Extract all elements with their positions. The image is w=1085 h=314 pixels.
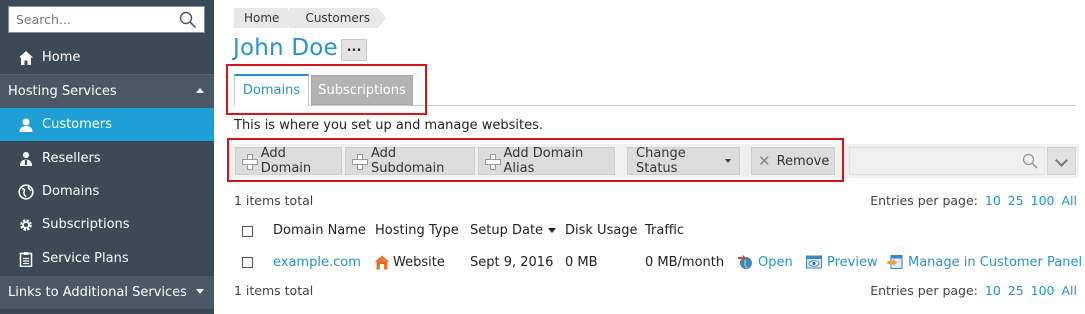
hosting-type-label: Website — [393, 255, 445, 270]
website-home-icon — [374, 255, 390, 270]
open-globe-icon — [738, 255, 752, 269]
more-actions-button[interactable]: ... — [341, 39, 367, 61]
highlight-box-tabs — [226, 64, 427, 115]
sidebar-item-service-plans[interactable]: Service Plans — [0, 242, 214, 275]
search-icon[interactable] — [179, 11, 197, 29]
sort-desc-icon — [548, 228, 557, 233]
per-page-all[interactable]: All — [1062, 193, 1078, 208]
items-total-bottom: 1 items total — [234, 283, 314, 298]
column-header-setup-date[interactable]: Setup Date — [470, 223, 557, 238]
sidebar-item-label: Resellers — [42, 151, 101, 166]
sidebar: Home Hosting Services Customers Reseller… — [0, 0, 214, 314]
per-page-label: Entries per page: — [870, 193, 978, 208]
sidebar-item-domains[interactable]: Domains — [0, 175, 214, 208]
chevron-up-icon — [196, 88, 204, 93]
per-page-10[interactable]: 10 — [985, 193, 1001, 208]
panel-login-icon — [887, 255, 903, 269]
search-input[interactable] — [9, 7, 169, 32]
entries-per-page-top: Entries per page: 10 25 100 All — [870, 193, 1077, 208]
per-page-label: Entries per page: — [870, 283, 978, 298]
breadcrumb: Home Customers — [234, 8, 386, 28]
search-options-dropdown[interactable] — [1047, 147, 1076, 175]
per-page-25[interactable]: 25 — [1008, 193, 1024, 208]
column-header-traffic[interactable]: Traffic — [645, 223, 684, 238]
hosting-type-cell: Website — [374, 255, 445, 270]
sidebar-section-hosting-services[interactable]: Hosting Services — [0, 75, 214, 108]
column-header-disk-usage[interactable]: Disk Usage — [565, 223, 638, 238]
breadcrumb-customers[interactable]: Customers — [289, 8, 386, 28]
chevron-down-icon — [1055, 154, 1068, 167]
setup-date-cell: Sept 9, 2016 — [470, 255, 554, 270]
preview-link[interactable]: Preview — [806, 254, 878, 270]
sidebar-item-subscriptions[interactable]: Subscriptions — [0, 208, 214, 241]
per-page-25[interactable]: 25 — [1008, 283, 1024, 298]
row-checkbox[interactable] — [242, 257, 253, 268]
disk-usage-cell: 0 MB — [565, 255, 598, 270]
search-icon[interactable] — [1022, 153, 1038, 169]
sidebar-item-label: Home — [42, 50, 81, 65]
open-label: Open — [758, 254, 793, 270]
chevron-down-icon — [196, 289, 204, 294]
sidebar-section-label: Hosting Services — [8, 84, 117, 99]
sidebar-item-home[interactable]: Home — [0, 41, 214, 74]
page-description: This is where you set up and manage webs… — [234, 118, 543, 133]
sidebar-item-label: Subscriptions — [42, 217, 130, 232]
list-search-input[interactable] — [849, 147, 1045, 175]
open-link[interactable]: Open — [737, 254, 793, 270]
gear-icon — [20, 218, 32, 231]
column-header-domain-name[interactable]: Domain Name — [273, 223, 366, 238]
sidebar-item-label: Customers — [42, 117, 112, 132]
sidebar-item-label: Domains — [42, 184, 100, 199]
globe-icon — [18, 183, 34, 200]
per-page-10[interactable]: 10 — [985, 283, 1001, 298]
preview-eye-icon — [806, 255, 822, 269]
manage-in-customer-panel-link[interactable]: Manage in Customer Panel — [887, 254, 1082, 270]
domain-name-link[interactable]: example.com — [273, 255, 361, 270]
column-header-hosting-type[interactable]: Hosting Type — [375, 223, 459, 238]
home-icon — [19, 50, 33, 65]
per-page-all[interactable]: All — [1062, 283, 1078, 298]
sidebar-search[interactable] — [8, 6, 205, 33]
clipboard-icon — [19, 251, 33, 267]
sidebar-item-customers[interactable]: Customers — [0, 108, 214, 141]
user-icon — [19, 118, 33, 132]
manage-label: Manage in Customer Panel — [908, 254, 1083, 270]
per-page-100[interactable]: 100 — [1031, 193, 1055, 208]
per-page-100[interactable]: 100 — [1031, 283, 1055, 298]
setup-date-label: Setup Date — [470, 223, 544, 238]
sidebar-section-label: Links to Additional Services — [8, 285, 187, 300]
select-all-checkbox[interactable] — [242, 226, 253, 237]
items-total-top: 1 items total — [234, 193, 314, 208]
entries-per-page-bottom: Entries per page: 10 25 100 All — [870, 283, 1077, 298]
sidebar-section-links-additional-services[interactable]: Links to Additional Services — [0, 276, 214, 309]
traffic-cell: 0 MB/month — [645, 255, 725, 270]
reseller-icon — [20, 151, 32, 166]
preview-label: Preview — [827, 254, 878, 270]
page-title: John Doe — [233, 35, 338, 61]
sidebar-item-label: Service Plans — [42, 251, 129, 266]
sidebar-item-resellers[interactable]: Resellers — [0, 142, 214, 175]
breadcrumb-home[interactable]: Home — [234, 8, 296, 28]
highlight-box-toolbar — [227, 138, 844, 182]
